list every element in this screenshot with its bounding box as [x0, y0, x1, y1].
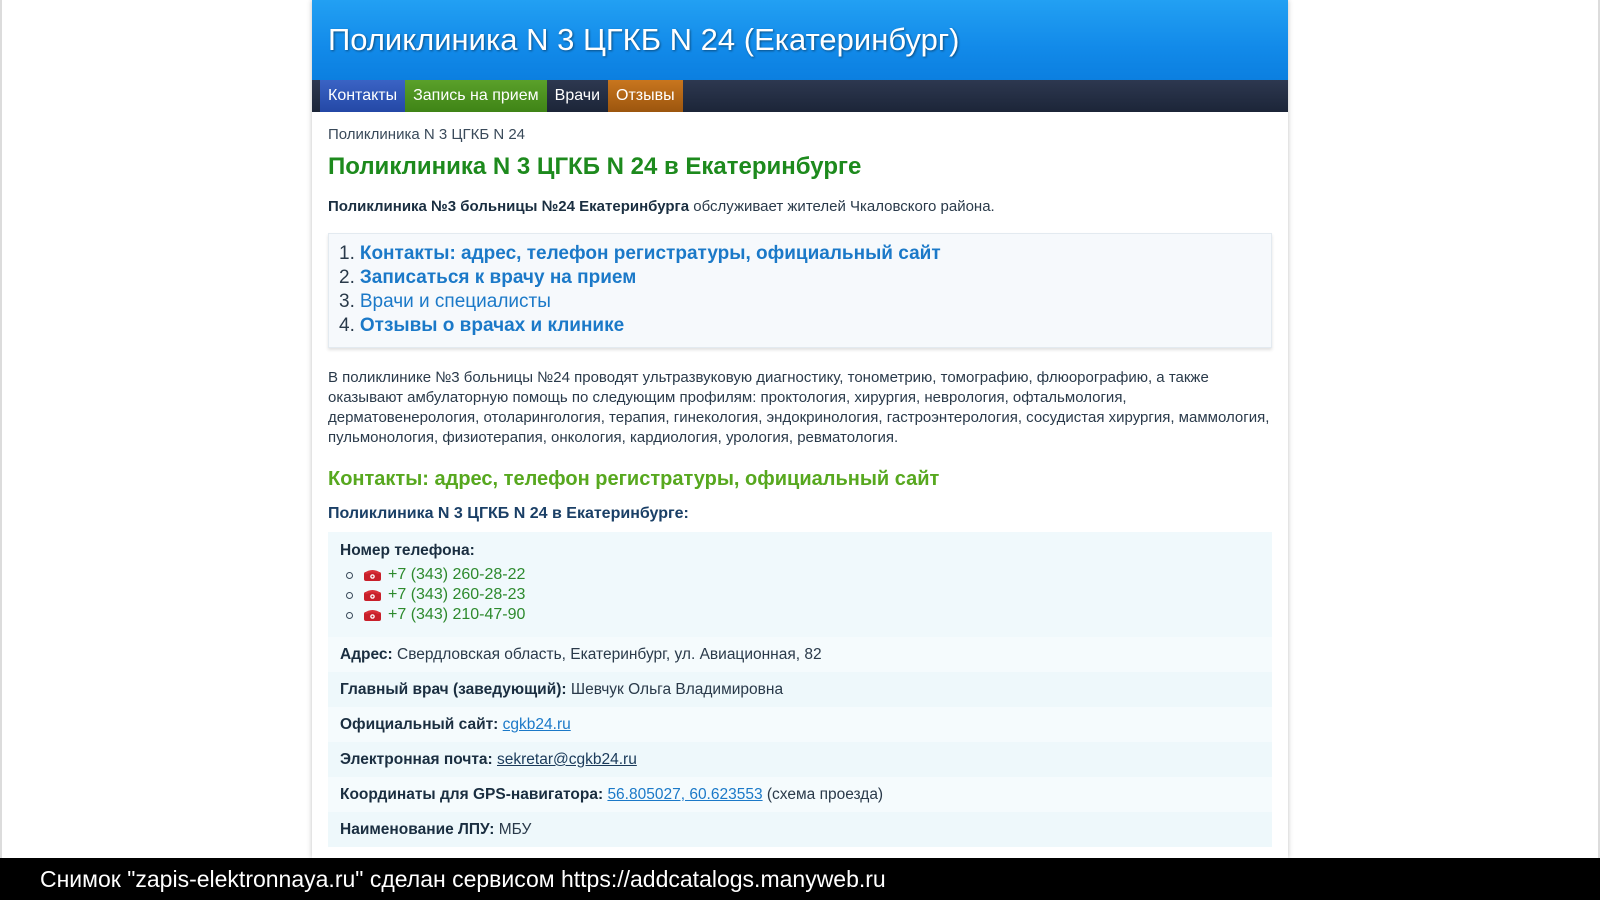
phone-icon: [364, 610, 381, 621]
phone-number[interactable]: +7 (343) 260-28-22: [388, 565, 525, 585]
intro-bold: Поликлиника №3 больницы №24 Екатеринбург…: [328, 198, 690, 215]
email-link[interactable]: sekretar@cgkb24.ru: [497, 751, 637, 768]
list-item: +7 (343) 210-47-90: [346, 605, 1260, 625]
toc-item: 4. Отзывы о врачах и клинике: [339, 315, 625, 336]
list-item: +7 (343) 260-28-22: [346, 565, 1260, 585]
toc-link-reviews[interactable]: Отзывы о врачах и клинике: [360, 315, 624, 336]
nav-doctors[interactable]: Врачи: [547, 80, 608, 112]
table-of-contents: 1. Контакты: адрес, телефон регистратуры,…: [328, 233, 1272, 348]
address-row: Адрес: Свердловская область, Екатеринбур…: [328, 637, 1272, 672]
website-row: Официальный сайт: cgkb24.ru: [328, 707, 1272, 742]
breadcrumb[interactable]: Поликлиника N 3 ЦГКБ N 24: [328, 126, 1272, 143]
contacts-subheading: Поликлиника N 3 ЦГКБ N 24 в Екатеринбург…: [328, 505, 689, 522]
toc-item: 1. Контакты: адрес, телефон регистратуры,…: [339, 243, 941, 264]
intro-text: Поликлиника №3 больницы №24 Екатеринбург…: [328, 198, 1272, 215]
chief-doctor-row: Главный врач (заведующий): Шевчук Ольга …: [328, 672, 1272, 707]
page-container: Поликлиника N 3 ЦГКБ N 24 (Екатеринбург)…: [312, 0, 1288, 858]
address-value: Свердловская область, Екатеринбург, ул. …: [392, 646, 822, 663]
website-link[interactable]: cgkb24.ru: [503, 716, 571, 733]
site-header: Поликлиника N 3 ЦГКБ N 24 (Екатеринбург): [312, 0, 1288, 80]
site-title[interactable]: Поликлиника N 3 ЦГКБ N 24 (Екатеринбург): [328, 22, 959, 58]
left-border: [0, 0, 2, 900]
toc-link-doctors[interactable]: Врачи и специалисты: [360, 291, 551, 312]
toc-link-contacts[interactable]: Контакты: адрес, телефон регистратуры, о…: [360, 243, 941, 264]
nav-contacts[interactable]: Контакты: [320, 80, 406, 112]
phone-number[interactable]: +7 (343) 260-28-23: [388, 585, 525, 605]
phone-list: +7 (343) 260-28-22 +7 (343) 260-28-23 +7…: [340, 565, 1260, 625]
bullet-icon: [346, 571, 353, 579]
email-row: Электронная почта: sekretar@cgkb24.ru: [328, 742, 1272, 777]
intro-rest: обслуживает жителей Чкаловского района.: [689, 198, 995, 215]
phone-number[interactable]: +7 (343) 210-47-90: [388, 605, 525, 625]
main-content: Поликлиника N 3 ЦГКБ N 24 Поликлиника N …: [312, 112, 1288, 847]
contacts-heading: Контакты: адрес, телефон регистратуры, о…: [328, 468, 940, 490]
phone-label: Номер телефона:: [340, 542, 475, 559]
bullet-icon: [346, 611, 353, 619]
gps-note: (схема проезда): [762, 786, 884, 803]
lpu-value: МБУ: [494, 821, 532, 838]
watermark-bar: Снимок "zapis-elektronnaya.ru" сделан се…: [0, 858, 1600, 900]
phone-icon: [364, 590, 381, 601]
lpu-row: Наименование ЛПУ: МБУ: [328, 812, 1272, 847]
page-title: Поликлиника N 3 ЦГКБ N 24 в Екатеринбург…: [328, 153, 862, 180]
bullet-icon: [346, 591, 353, 599]
toc-item: 3. Врачи и специалисты: [339, 291, 551, 312]
main-nav: Контакты Запись на прием Врачи Отзывы: [312, 80, 1288, 112]
phone-icon: [364, 570, 381, 581]
nav-reviews[interactable]: Отзывы: [608, 80, 683, 112]
gps-link[interactable]: 56.805027, 60.623553: [607, 786, 762, 803]
services-description: В поликлинике №3 больницы №24 проводят у…: [328, 369, 1270, 446]
gps-row: Координаты для GPS-навигатора: 56.805027…: [328, 777, 1272, 812]
nav-appointment[interactable]: Запись на прием: [405, 80, 547, 112]
toc-link-appointment[interactable]: Записаться к врачу на прием: [360, 267, 636, 288]
list-item: +7 (343) 260-28-23: [346, 585, 1260, 605]
toc-item: 2. Записаться к врачу на прием: [339, 267, 637, 288]
chief-doctor-value: Шевчук Ольга Владимировна: [566, 681, 784, 698]
phone-block: Номер телефона: +7 (343) 260-28-22 +7 (3…: [328, 532, 1272, 637]
